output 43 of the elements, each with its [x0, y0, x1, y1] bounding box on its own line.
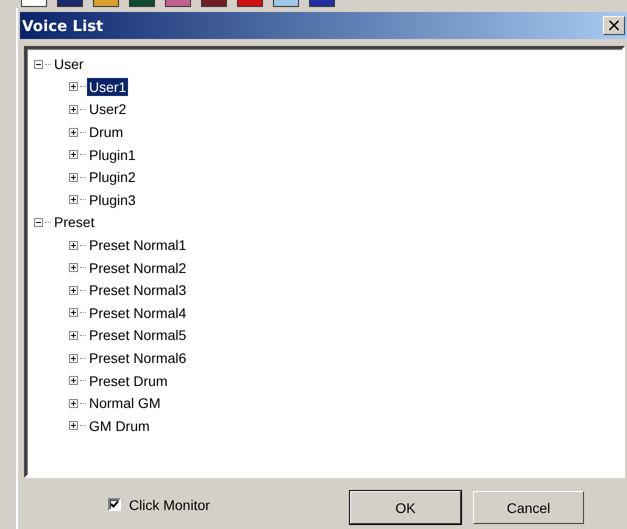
tree-item[interactable]: Plugin3 [87, 190, 138, 209]
toolbar-icon[interactable] [273, 0, 299, 7]
tree-item[interactable]: GM Drum [87, 416, 152, 435]
expand-icon[interactable] [69, 195, 78, 204]
collapse-icon[interactable] [34, 60, 43, 69]
expand-icon[interactable] [69, 82, 78, 92]
tree-item[interactable]: Preset Normal1 [87, 236, 188, 254]
tree-item[interactable]: Preset Normal5 [87, 326, 188, 344]
expand-icon[interactable] [69, 398, 78, 408]
checkbox[interactable] [108, 498, 121, 511]
expand-icon[interactable] [69, 172, 78, 182]
checkbox-label: Click Monitor [129, 496, 210, 512]
expand-icon[interactable] [69, 128, 78, 137]
expand-icon[interactable] [69, 354, 78, 363]
expand-icon[interactable] [69, 104, 78, 114]
tree-item[interactable]: User1 [87, 78, 128, 96]
collapse-icon[interactable] [34, 218, 43, 227]
expand-icon[interactable] [69, 150, 78, 160]
expand-icon[interactable] [69, 376, 78, 386]
tree-item[interactable]: Normal GM [87, 394, 163, 412]
expand-icon[interactable] [69, 286, 78, 295]
expand-icon[interactable] [69, 330, 78, 340]
tree-item[interactable]: Drum [87, 123, 126, 142]
tree-item[interactable]: User [52, 55, 86, 74]
dialog-button[interactable]: Cancel [473, 491, 584, 524]
tree-item[interactable]: Preset Normal3 [87, 281, 188, 300]
close-button[interactable]: × [603, 16, 625, 35]
tree-item[interactable]: Preset Normal2 [87, 258, 188, 277]
tree-item[interactable]: Preset [52, 213, 96, 232]
dialog-button[interactable]: OK [350, 491, 461, 524]
toolbar-icon[interactable] [21, 0, 47, 7]
expand-icon[interactable] [69, 308, 78, 318]
tree-item[interactable]: Plugin1 [87, 146, 138, 164]
window-title: Voice List [22, 16, 104, 34]
tree-item[interactable]: User2 [87, 100, 128, 118]
tree-item[interactable]: Preset Normal6 [87, 349, 188, 368]
expand-icon[interactable] [69, 263, 78, 272]
tree-item[interactable]: Preset Drum [87, 372, 170, 390]
expand-icon[interactable] [69, 421, 78, 430]
tree-item[interactable]: Preset Normal4 [87, 304, 188, 322]
expand-icon[interactable] [69, 240, 78, 250]
tree-item[interactable]: Plugin2 [87, 168, 138, 186]
toolbar-icon[interactable] [93, 0, 119, 7]
